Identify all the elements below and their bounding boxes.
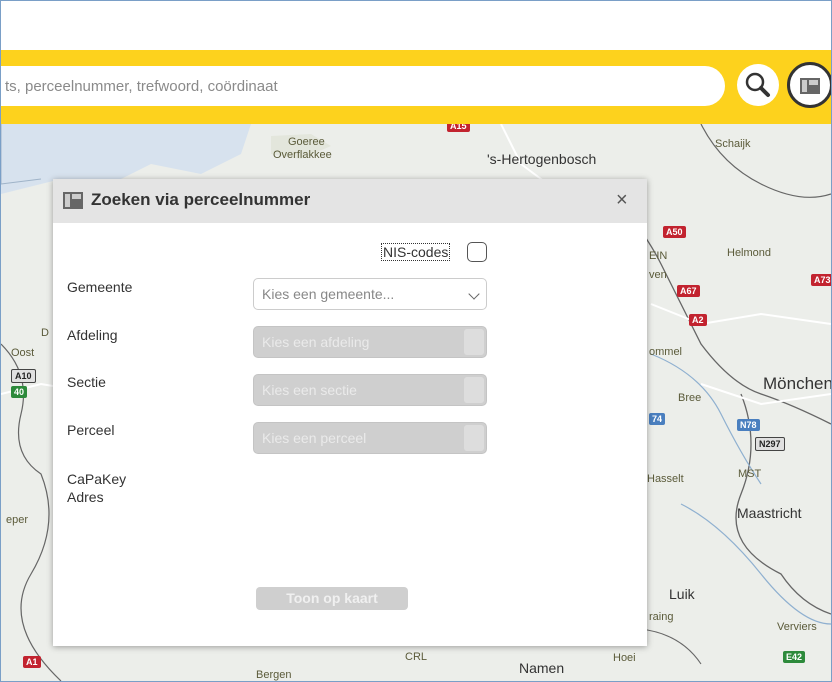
map-panel-icon	[63, 192, 83, 209]
top-bar	[1, 1, 831, 50]
perceel-label: Perceel	[67, 422, 115, 438]
road-shield: A67	[677, 285, 700, 297]
afdeling-select[interactable]: Kies een afdeling	[253, 326, 487, 358]
road-shield: A2	[689, 314, 707, 326]
map-label: Namen	[519, 660, 565, 676]
map-label: eper	[6, 514, 29, 526]
sectie-select-value: Kies een sectie	[262, 382, 357, 398]
result-labels: CaPaKey Adres	[67, 470, 126, 506]
map-label: Bree	[678, 392, 702, 404]
road-shield: N78	[737, 419, 760, 431]
search-icon	[745, 72, 770, 97]
gemeente-select[interactable]: Kies een gemeente...	[253, 278, 487, 310]
map-label: CRL	[405, 651, 428, 663]
map-label: EIN	[649, 250, 668, 262]
gemeente-select-value: Kies een gemeente...	[262, 286, 395, 302]
map-label: ommel	[649, 346, 683, 358]
map-panel-icon	[800, 78, 820, 94]
dropdown-handle	[464, 329, 484, 355]
map-label: Verviers	[777, 621, 817, 633]
map-label: Helmond	[727, 247, 772, 259]
dialog-title: Zoeken via perceelnummer	[91, 190, 311, 209]
nis-codes-checkbox[interactable]	[467, 242, 487, 262]
map-label: Hasselt	[647, 473, 684, 485]
road-shield: N297	[755, 437, 785, 451]
sectie-label: Sectie	[67, 374, 106, 390]
map-label: MST	[738, 468, 762, 480]
road-shield: A73	[811, 274, 831, 286]
gemeente-label: Gemeente	[67, 279, 133, 295]
adres-label: Adres	[67, 489, 104, 505]
perceel-select-value: Kies een perceel	[262, 430, 367, 446]
perceel-select[interactable]: Kies een perceel	[253, 422, 487, 454]
dropdown-handle	[464, 377, 484, 403]
road-shield: E42	[783, 651, 806, 663]
road-shield: 40	[11, 386, 28, 398]
map-label: ven	[649, 269, 667, 281]
map-label: Overflakkee	[273, 149, 332, 161]
map-label: 's-Hertogenbosch	[487, 151, 597, 167]
show-on-map-button[interactable]: Toon op kaart	[256, 587, 408, 610]
sectie-select[interactable]: Kies een sectie	[253, 374, 487, 406]
search-input[interactable]	[1, 66, 725, 106]
capakey-label: CaPaKey	[67, 471, 127, 487]
map-label: Maastricht	[737, 505, 802, 521]
afdeling-label: Afdeling	[67, 327, 118, 343]
afdeling-select-value: Kies een afdeling	[262, 334, 370, 350]
road-shield: A50	[663, 226, 686, 238]
map-label: D	[41, 327, 49, 339]
road-shield: A15	[447, 124, 470, 132]
search-button[interactable]	[737, 64, 779, 106]
map-label: Oost	[11, 347, 35, 359]
map-label: Hoei	[613, 652, 636, 664]
map-panel-button[interactable]	[787, 62, 831, 108]
parcel-search-dialog: Zoeken via perceelnummer × NIS-codes Gem…	[53, 179, 647, 646]
road-shield: A1	[23, 656, 41, 668]
road-shield: 74	[649, 413, 666, 425]
map-label: Bergen	[256, 669, 292, 681]
road-shield: A10	[11, 369, 36, 383]
map-label: Schaijk	[715, 138, 751, 150]
dropdown-handle	[464, 425, 484, 451]
app-frame: Goeree Overflakkee 's-Hertogenbosch Scha…	[0, 0, 832, 682]
map-label: raing	[649, 611, 674, 623]
chevron-down-icon	[468, 288, 480, 300]
map-label: Goeree	[288, 136, 325, 148]
map-label: Luik	[669, 586, 695, 602]
nis-codes-label[interactable]: NIS-codes	[381, 243, 451, 261]
map-label: Mönchen	[763, 374, 831, 393]
dialog-header: Zoeken via perceelnummer ×	[53, 179, 647, 223]
close-icon[interactable]: ×	[616, 189, 628, 212]
